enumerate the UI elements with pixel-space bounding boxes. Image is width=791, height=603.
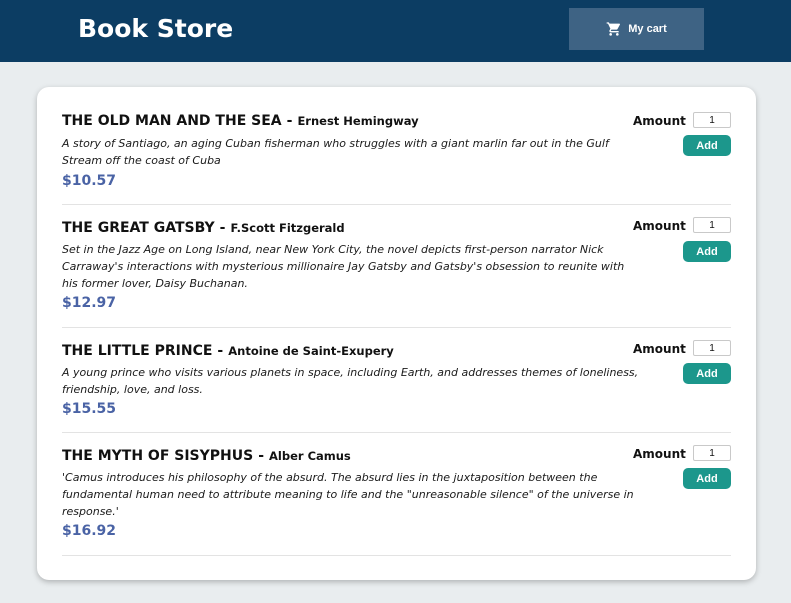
- store-title: Book Store: [78, 14, 234, 43]
- amount-label: Amount: [633, 114, 686, 128]
- amount-label: Amount: [633, 342, 686, 356]
- book-description: 'Camus introduces his philosophy of the …: [62, 471, 634, 518]
- book-item: THE OLD MAN AND THE SEA - Ernest Hemingway…: [62, 87, 731, 205]
- add-button[interactable]: Add: [683, 468, 731, 489]
- book-heading: THE OLD MAN AND THE SEA - Ernest Hemingway: [62, 113, 419, 129]
- amount-input[interactable]: [693, 445, 731, 461]
- book-item: THE GREAT GATSBY - F.Scott Fitzgerald Set …: [62, 205, 731, 328]
- book-heading: THE LITTLE PRINCE - Antoine de Saint-Exupe…: [62, 343, 394, 359]
- book-list-card: THE OLD MAN AND THE SEA - Ernest Hemingway…: [37, 87, 756, 580]
- book-item: THE MYTH OF SISYPHUS - Alber Camus 'Camus …: [62, 433, 731, 556]
- amount-input[interactable]: [693, 217, 731, 233]
- book-price: $12.97: [62, 295, 117, 311]
- my-cart-button[interactable]: My cart: [569, 8, 704, 50]
- book-author: Antoine de Saint-Exupery: [228, 344, 394, 358]
- add-button[interactable]: Add: [683, 135, 731, 156]
- book-title: THE LITTLE PRINCE: [62, 343, 213, 359]
- book-description: A young prince who visits various planet…: [62, 366, 639, 396]
- book-heading: THE MYTH OF SISYPHUS - Alber Camus: [62, 448, 351, 464]
- book-description: Set in the Jazz Age on Long Island, near…: [62, 243, 625, 290]
- book-author: F.Scott Fitzgerald: [230, 221, 345, 235]
- book-title: THE MYTH OF SISYPHUS: [62, 448, 254, 464]
- amount-label: Amount: [633, 219, 686, 233]
- add-button[interactable]: Add: [683, 363, 731, 384]
- book-price: $10.57: [62, 173, 117, 189]
- amount-input[interactable]: [693, 340, 731, 356]
- amount-input[interactable]: [693, 112, 731, 128]
- book-author: Ernest Hemingway: [297, 114, 419, 128]
- shopping-cart-icon: [606, 21, 622, 37]
- book-price: $16.92: [62, 523, 117, 539]
- book-title: THE OLD MAN AND THE SEA: [62, 113, 282, 129]
- amount-label: Amount: [633, 447, 686, 461]
- book-price: $15.55: [62, 401, 117, 417]
- book-author: Alber Camus: [269, 449, 351, 463]
- book-description: A story of Santiago, an aging Cuban fish…: [62, 137, 609, 167]
- book-title: THE GREAT GATSBY: [62, 220, 215, 236]
- book-item: THE LITTLE PRINCE - Antoine de Saint-Exupe…: [62, 328, 731, 433]
- add-button[interactable]: Add: [683, 241, 731, 262]
- app-header: Book Store My cart: [0, 0, 791, 62]
- my-cart-label: My cart: [628, 23, 667, 35]
- book-heading: THE GREAT GATSBY - F.Scott Fitzgerald: [62, 220, 345, 236]
